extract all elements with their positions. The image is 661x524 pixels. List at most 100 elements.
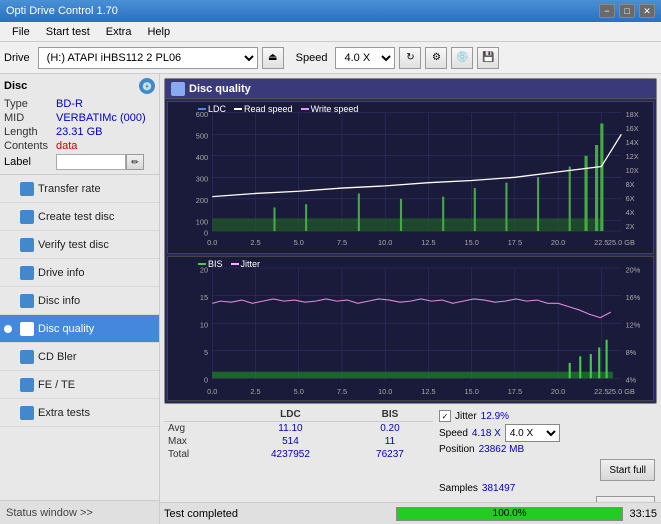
speed-stat-label: Speed xyxy=(439,428,468,439)
svg-text:2X: 2X xyxy=(626,222,635,231)
bis-label: BIS xyxy=(208,259,223,269)
minimize-button[interactable]: − xyxy=(599,4,615,18)
sidebar-item-disc-quality[interactable]: Disc quality xyxy=(0,315,159,343)
ldc-chart-svg: 600 500 400 300 200 100 0 18X 16X 14X 12… xyxy=(168,102,653,253)
svg-text:200: 200 xyxy=(196,196,208,205)
svg-text:0: 0 xyxy=(204,228,208,237)
svg-text:17.5: 17.5 xyxy=(508,238,522,247)
legend-jitter: Jitter xyxy=(231,259,261,269)
menubar: File Start test Extra Help xyxy=(0,22,661,42)
quality-icon xyxy=(171,82,185,96)
legend-write-speed: Write speed xyxy=(301,104,359,114)
sidebar-item-create-test-disc[interactable]: Create test disc xyxy=(0,203,159,231)
sidebar-item-fe-te[interactable]: FE / TE xyxy=(0,371,159,399)
svg-text:12.5: 12.5 xyxy=(421,386,435,395)
fe-te-icon xyxy=(20,378,34,392)
stats-max-row: Max 514 11 xyxy=(164,435,433,448)
status-window-button[interactable]: Status window >> xyxy=(0,500,159,524)
start-full-button[interactable]: Start full xyxy=(600,459,655,481)
svg-text:12.5: 12.5 xyxy=(421,238,435,247)
drive-select[interactable]: (H:) ATAPI iHBS112 2 PL06 xyxy=(38,47,258,69)
transfer-rate-label: Transfer rate xyxy=(38,183,101,195)
disc-type-label: Type xyxy=(4,98,56,110)
settings-button[interactable]: ⚙ xyxy=(425,47,447,69)
menu-help[interactable]: Help xyxy=(139,24,178,40)
jitter-label: Jitter xyxy=(455,411,477,422)
svg-text:500: 500 xyxy=(196,132,208,141)
legend-ldc: LDC xyxy=(198,104,226,114)
ldc-chart: LDC Read speed Write speed xyxy=(167,101,654,254)
eject-button[interactable]: ⏏ xyxy=(262,47,284,69)
sidebar-item-drive-info[interactable]: Drive info xyxy=(0,259,159,287)
menu-start-test[interactable]: Start test xyxy=(38,24,98,40)
speed-label: Speed xyxy=(296,52,328,64)
titlebar-controls: − □ ✕ xyxy=(599,4,655,18)
bis-chart-svg: 20 15 10 5 0 20% 16% 12% 8% 4% 0.0 2.5 xyxy=(168,257,653,400)
write-speed-dot xyxy=(301,108,309,110)
write-speed-label: Write speed xyxy=(311,104,359,114)
ldc-label: LDC xyxy=(208,104,226,114)
sidebar-item-cd-bler[interactable]: CD Bler xyxy=(0,343,159,371)
legend-read-speed: Read speed xyxy=(234,104,293,114)
position-row: Position 23862 MB xyxy=(439,444,655,455)
svg-text:17.5: 17.5 xyxy=(508,386,522,395)
svg-text:15.0: 15.0 xyxy=(464,386,478,395)
disc-contents-row: Contents data xyxy=(4,140,155,152)
disc-title: Disc xyxy=(4,80,27,92)
drive-info-icon xyxy=(20,266,34,280)
jitter-legend-label: Jitter xyxy=(241,259,261,269)
disc-label-input[interactable] xyxy=(56,154,126,170)
progress-bar: 100.0% xyxy=(396,507,624,521)
save-button[interactable]: 💾 xyxy=(477,47,499,69)
speed-stat-select[interactable]: 4.0 X xyxy=(505,424,560,442)
max-ldc: 514 xyxy=(234,435,347,448)
disc-length-label: Length xyxy=(4,126,56,138)
main-layout: Disc 💿 Type BD-R MID VERBATIMc (000) Len… xyxy=(0,74,661,524)
svg-text:10.0: 10.0 xyxy=(378,386,392,395)
svg-text:20.0: 20.0 xyxy=(551,238,565,247)
progress-label: 100.0% xyxy=(397,508,623,520)
disc-contents-label: Contents xyxy=(4,140,56,152)
svg-text:15: 15 xyxy=(200,292,208,301)
svg-text:2.5: 2.5 xyxy=(250,386,260,395)
quality-title: Disc quality xyxy=(189,83,251,95)
jitter-checkbox[interactable]: ✓ xyxy=(439,410,451,422)
refresh-button[interactable]: ↻ xyxy=(399,47,421,69)
extra-tests-label: Extra tests xyxy=(38,407,90,419)
avg-ldc: 11.10 xyxy=(234,422,347,436)
disc-label-btn[interactable]: ✏ xyxy=(126,154,144,170)
sidebar-item-disc-info[interactable]: Disc info xyxy=(0,287,159,315)
sidebar-item-transfer-rate[interactable]: Transfer rate xyxy=(0,175,159,203)
quality-panel: Disc quality LDC Read speed xyxy=(164,78,657,404)
bis-chart: BIS Jitter xyxy=(167,256,654,401)
cd-bler-icon xyxy=(20,350,34,364)
speed-stat-value: 4.18 X xyxy=(472,428,501,439)
svg-text:0: 0 xyxy=(204,375,208,384)
close-button[interactable]: ✕ xyxy=(639,4,655,18)
fe-te-label: FE / TE xyxy=(38,379,75,391)
svg-text:0.0: 0.0 xyxy=(207,238,217,247)
speed-select[interactable]: 4.0 X xyxy=(335,47,395,69)
stats-right: ✓ Jitter 12.9% Speed 4.18 X 4.0 X Positi… xyxy=(437,408,657,498)
sidebar-item-verify-test-disc[interactable]: Verify test disc xyxy=(0,231,159,259)
jitter-dot xyxy=(231,263,239,265)
disc-button[interactable]: 💿 xyxy=(451,47,473,69)
elapsed-time: 33:15 xyxy=(629,508,657,520)
jitter-value: 12.9% xyxy=(481,411,509,422)
position-label: Position xyxy=(439,444,475,455)
disc-type-value: BD-R xyxy=(56,98,83,110)
menu-extra[interactable]: Extra xyxy=(98,24,140,40)
disc-mid-value: VERBATIMc (000) xyxy=(56,112,146,124)
menu-file[interactable]: File xyxy=(4,24,38,40)
disc-label-row: Label ✏ xyxy=(4,154,155,170)
total-ldc: 4237952 xyxy=(234,448,347,461)
svg-text:12X: 12X xyxy=(626,152,639,161)
bis-dot xyxy=(198,263,206,265)
svg-text:7.5: 7.5 xyxy=(337,386,347,395)
maximize-button[interactable]: □ xyxy=(619,4,635,18)
svg-text:22.5: 22.5 xyxy=(594,386,608,395)
drive-label: Drive xyxy=(4,52,30,64)
svg-text:15.0: 15.0 xyxy=(464,238,478,247)
svg-text:25.0 GB: 25.0 GB xyxy=(608,386,635,395)
sidebar-item-extra-tests[interactable]: Extra tests xyxy=(0,399,159,427)
